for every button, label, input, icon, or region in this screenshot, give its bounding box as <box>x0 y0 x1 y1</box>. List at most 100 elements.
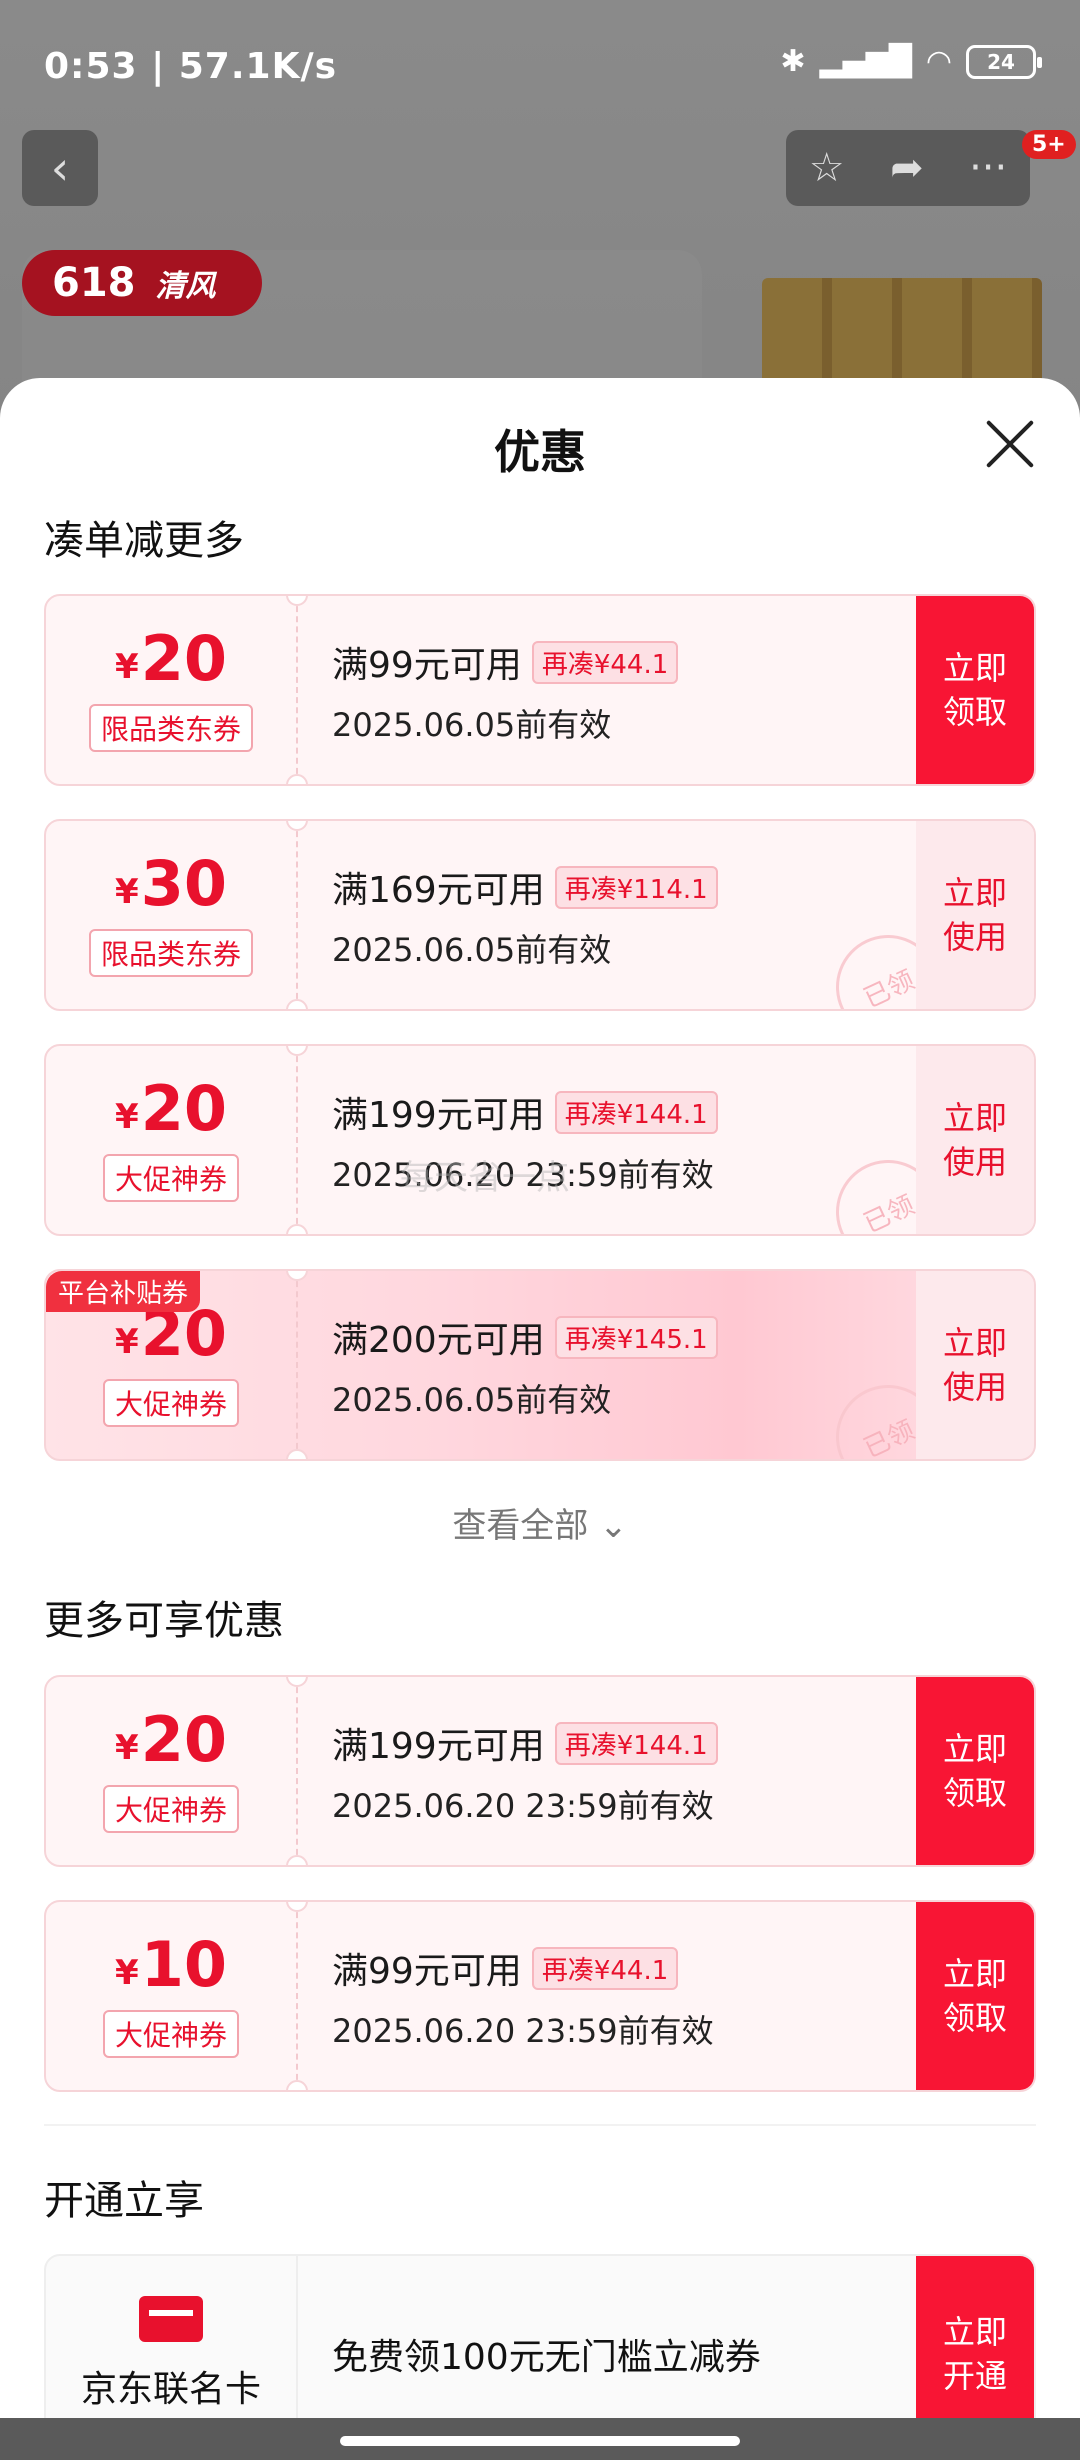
top-actions: ☆ ➦ ··· <box>786 130 1030 206</box>
add-more-tag: 再凑¥144.1 <box>554 1721 718 1765</box>
currency-symbol: ¥ <box>115 1322 139 1362</box>
section-title-bundle: 凑单减更多 <box>44 518 244 564</box>
use-button[interactable]: 立即 使用 <box>916 821 1034 1009</box>
coupon-card: ¥20 大促神券 满199元可用 再凑¥144.1 2025.06.20 23:… <box>44 1675 1036 1867</box>
action-label-line2: 领取 <box>942 1774 1007 1812</box>
action-label-line1: 立即 <box>942 649 1007 687</box>
share-icon[interactable]: ➦ <box>890 145 924 191</box>
view-all-link[interactable]: 查看全部 ⌄ <box>0 1498 1080 1547</box>
add-more-tag: 再凑¥44.1 <box>531 1946 679 1990</box>
add-more-tag: 再凑¥44.1 <box>531 640 679 684</box>
coupon-value: ¥20 大促神券 <box>46 1677 296 1865</box>
coupon-type-tag: 大促神券 <box>102 1379 239 1427</box>
coupon-value: ¥10 大促神券 <box>46 1902 296 2090</box>
coupon-amount: 10 <box>140 1928 227 2001</box>
coupon-notch <box>286 774 308 784</box>
card-divider <box>296 2256 298 2418</box>
coupon-condition: 满169元可用 <box>332 870 545 911</box>
coupon-type-tag: 限品类东券 <box>88 704 253 752</box>
action-label-line2: 领取 <box>942 693 1007 731</box>
coupon-notch <box>286 2080 308 2090</box>
star-icon[interactable]: ☆ <box>809 145 845 191</box>
coupon-type-tag: 大促神券 <box>102 1785 239 1833</box>
coupon-value: ¥20 大促神券 <box>46 1046 296 1234</box>
coupon-condition: 满99元可用 <box>332 645 522 686</box>
claim-button[interactable]: 立即 领取 <box>916 1902 1034 2090</box>
coupon-amount: 20 <box>140 1072 227 1145</box>
coupon-card: ¥10 大促神券 满99元可用 再凑¥44.1 2025.06.20 23:59… <box>44 1900 1036 2092</box>
action-label-line2: 使用 <box>942 1368 1007 1406</box>
coupon-expiry: 2025.06.20 23:59前有效 <box>332 2012 714 2050</box>
more-icon[interactable]: ··· <box>969 145 1007 191</box>
promo-618-text: 618 <box>52 260 136 306</box>
credit-card-icon <box>139 2296 203 2342</box>
coupon-expiry: 2025.06.05前有效 <box>332 1381 612 1419</box>
status-bar: 0:53 | 57.1K/s ✱ ▂▄▆█ ◠ 24 <box>0 0 1080 130</box>
coupon-amount: 20 <box>140 1703 227 1776</box>
chevron-down-icon: ⌄ <box>599 1506 628 1546</box>
section-title-more: 更多可享优惠 <box>44 1598 284 1644</box>
claim-button[interactable]: 立即 领取 <box>916 596 1034 784</box>
coupon-card-platform: 平台补贴券 ¥20 大促神券 满200元可用 再凑¥145.1 2025.06.… <box>44 1269 1036 1461</box>
coupon-details: 满99元可用 再凑¥44.1 2025.06.20 23:59前有效 <box>332 1942 714 2052</box>
coupon-card: ¥20 大促神券 满199元可用 再凑¥144.1 2025.06.20 23:… <box>44 1044 1036 1236</box>
coupon-divider <box>296 1677 298 1865</box>
coupon-notch <box>286 1449 308 1459</box>
coupon-condition: 满99元可用 <box>332 1951 522 1992</box>
add-more-tag: 再凑¥145.1 <box>554 1315 718 1359</box>
coupon-notch <box>286 999 308 1009</box>
discount-sheet: 优惠 凑单减更多 ¥20 限品类东券 满99元可用 再凑¥44.1 2025.0… <box>0 378 1080 2418</box>
coupon-details: 满99元可用 再凑¥44.1 2025.06.05前有效 <box>332 636 679 746</box>
coupon-details: 满199元可用 再凑¥144.1 2025.06.20 23:59前有效 <box>332 1717 718 1827</box>
coupon-divider <box>296 1046 298 1234</box>
use-button[interactable]: 立即 使用 <box>916 1046 1034 1234</box>
currency-symbol: ¥ <box>115 1953 139 1993</box>
use-button[interactable]: 立即 使用 <box>916 1271 1034 1459</box>
jd-card-left: 京东联名卡 <box>46 2256 296 2418</box>
coupon-expiry: 2025.06.05前有效 <box>332 931 612 969</box>
coupon-divider <box>296 1271 298 1459</box>
coupon-type-tag: 限品类东券 <box>88 929 253 977</box>
jd-card-name: 京东联名卡 <box>80 2369 261 2410</box>
section-title-activate: 开通立享 <box>44 2178 204 2224</box>
activate-button[interactable]: 立即 开通 <box>916 2256 1034 2418</box>
claim-button[interactable]: 立即 领取 <box>916 1677 1034 1865</box>
chevron-left-icon: ‹ <box>50 141 70 195</box>
currency-symbol: ¥ <box>115 872 139 912</box>
coupon-notch <box>286 1855 308 1865</box>
home-indicator[interactable] <box>340 2436 740 2446</box>
bluetooth-icon: ✱ <box>780 44 806 79</box>
coupon-card: ¥20 限品类东券 满99元可用 再凑¥44.1 2025.06.05前有效 立… <box>44 594 1036 786</box>
platform-subsidy-badge: 平台补贴券 <box>46 1271 201 1312</box>
status-time: 0:53 | 57.1K/s <box>44 46 338 87</box>
coupon-amount: 30 <box>140 847 227 920</box>
coupon-notch <box>286 1224 308 1234</box>
action-label-line2: 使用 <box>942 1143 1007 1181</box>
action-label-line1: 立即 <box>942 1955 1007 1993</box>
coupon-details: 满200元可用 再凑¥145.1 2025.06.05前有效 <box>332 1311 718 1421</box>
battery-icon: 24 <box>966 44 1042 79</box>
coupon-condition: 满199元可用 <box>332 1095 545 1136</box>
add-more-tag: 再凑¥144.1 <box>554 1090 718 1134</box>
coupon-value: ¥30 限品类东券 <box>46 821 296 1009</box>
close-icon[interactable] <box>984 418 1036 470</box>
view-all-label: 查看全部 <box>452 1506 589 1546</box>
action-label-line1: 立即 <box>942 1099 1007 1137</box>
coupon-type-tag: 大促神券 <box>102 1154 239 1202</box>
coupon-amount: 20 <box>140 1297 227 1370</box>
coupon-details: 满169元可用 再凑¥114.1 2025.06.05前有效 <box>332 861 718 971</box>
coupon-expiry: 2025.06.20 23:59前有效 <box>332 1787 714 1825</box>
coupon-card: ¥30 限品类东券 满169元可用 再凑¥114.1 2025.06.05前有效… <box>44 819 1036 1011</box>
message-badge: 5+ <box>1022 130 1076 159</box>
coupon-condition: 满199元可用 <box>332 1726 545 1767</box>
promo-618-badge: 618 清风 <box>22 250 262 316</box>
section-divider <box>44 2124 1036 2126</box>
jd-cobrand-card-offer: 京东联名卡 免费领100元无门槛立减券 立即 开通 <box>44 2254 1036 2418</box>
back-button[interactable]: ‹ <box>22 130 98 206</box>
action-label-line1: 立即 <box>942 1730 1007 1768</box>
coupon-divider <box>296 596 298 784</box>
status-icons: ✱ ▂▄▆█ ◠ 24 <box>780 44 1042 79</box>
coupon-divider <box>296 1902 298 2090</box>
coupon-expiry: 2025.06.05前有效 <box>332 706 612 744</box>
action-label-line2: 使用 <box>942 918 1007 956</box>
